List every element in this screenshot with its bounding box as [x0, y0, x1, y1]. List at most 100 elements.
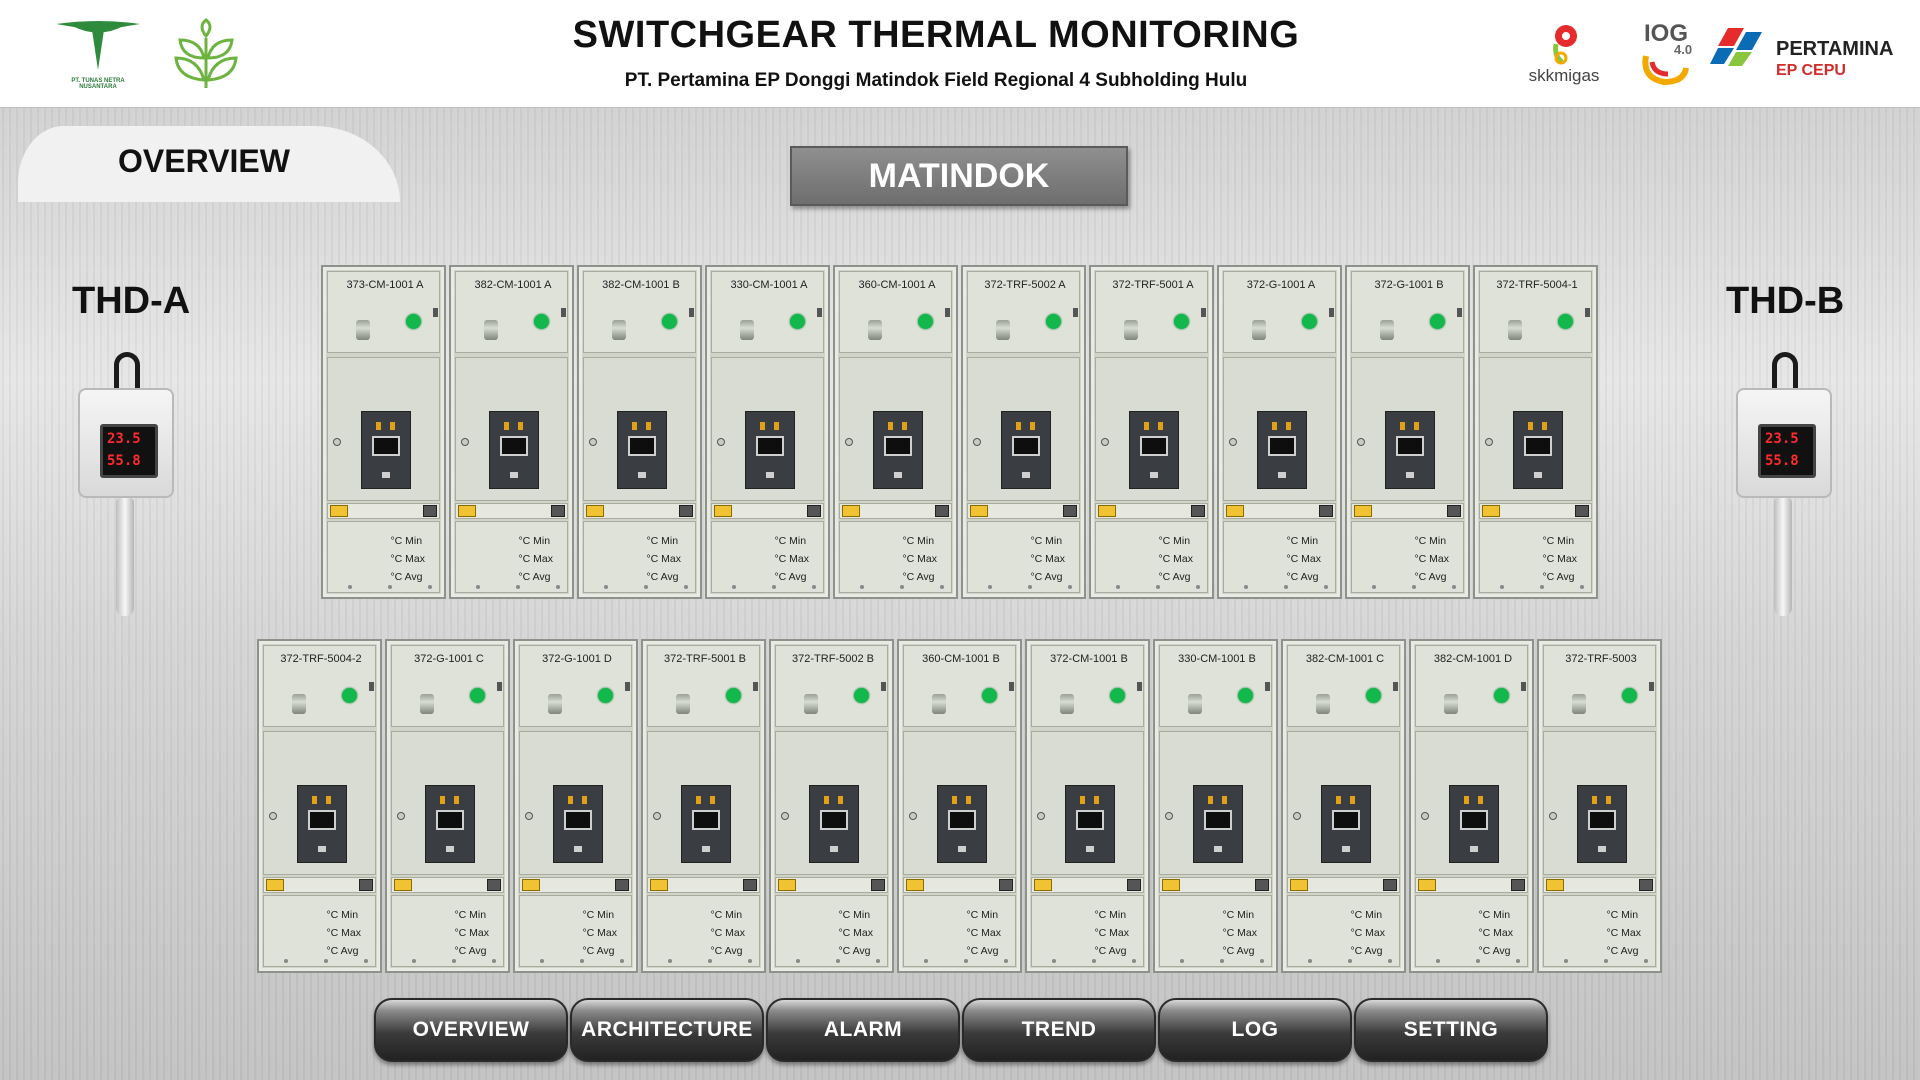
relay-screen-icon	[628, 436, 656, 456]
switchgear-panel-372-g-1001-b[interactable]: 372-G-1001 B °C Min °C Max °C Avg	[1345, 265, 1470, 599]
relay-led-icon	[966, 796, 971, 804]
meter-icon	[484, 320, 498, 340]
switchgear-panel-330-cm-1001-b[interactable]: 330-CM-1001 B °C Min °C Max °C Avg	[1153, 639, 1278, 973]
switchgear-panel-372-g-1001-c[interactable]: 372-G-1001 C °C Min °C Max °C Avg	[385, 639, 510, 973]
warning-sign-icon	[650, 879, 668, 891]
door-knob-icon	[333, 438, 341, 446]
relay-led-icon	[390, 422, 395, 430]
temp-avg-label: °C Avg	[390, 571, 423, 583]
panel-top-compartment: 360-CM-1001 A	[839, 271, 952, 353]
switchgear-panel-330-cm-1001-a[interactable]: 330-CM-1001 A °C Min °C Max °C Avg	[705, 265, 830, 599]
meter-icon	[804, 694, 818, 714]
switchgear-panel-382-cm-1001-c[interactable]: 382-CM-1001 C °C Min °C Max °C Avg	[1281, 639, 1406, 973]
panel-foot-icon	[708, 959, 712, 963]
nav-button-trend[interactable]: TREND	[962, 998, 1156, 1062]
thd-b-housing: 23.5 55.8	[1736, 388, 1832, 498]
thd-a-sensor[interactable]: 23.5 55.8	[76, 352, 176, 622]
temp-avg-label: °C Avg	[710, 945, 743, 957]
panel-top-compartment: 330-CM-1001 B	[1159, 645, 1272, 727]
relay-led-icon	[326, 796, 331, 804]
panel-temperature-box: °C Min °C Max °C Avg	[1351, 521, 1464, 593]
nav-button-log[interactable]: LOG	[1158, 998, 1352, 1062]
switchgear-panel-372-trf-5001-a[interactable]: 372-TRF-5001 A °C Min °C Max °C Avg	[1089, 265, 1214, 599]
meter-icon	[292, 694, 306, 714]
switchgear-panel-372-trf-5004-1[interactable]: 372-TRF-5004-1 °C Min °C Max °C Avg	[1473, 265, 1598, 599]
door-knob-icon	[1229, 438, 1237, 446]
relay-screen-icon	[1588, 810, 1616, 830]
panel-name: 372-G-1001 C	[414, 653, 484, 665]
relay-led-icon	[1030, 422, 1035, 430]
relay-led-icon	[312, 796, 317, 804]
relay-led-icon	[632, 422, 637, 430]
door-knob-icon	[1165, 812, 1173, 820]
panel-relay-compartment	[519, 731, 632, 875]
relay-led-icon	[1400, 422, 1405, 430]
panel-foot-icon	[836, 959, 840, 963]
nav-button-setting[interactable]: SETTING	[1354, 998, 1548, 1062]
switchgear-panel-372-trf-5003[interactable]: 372-TRF-5003 °C Min °C Max °C Avg	[1537, 639, 1662, 973]
relay-screen-icon	[1204, 810, 1232, 830]
panel-foot-icon	[412, 959, 416, 963]
status-indicator-icon	[790, 314, 805, 329]
nav-button-overview[interactable]: OVERVIEW	[374, 998, 568, 1062]
temp-max-label: °C Max	[518, 553, 553, 565]
switchgear-panel-372-g-1001-d[interactable]: 372-G-1001 D °C Min °C Max °C Avg	[513, 639, 638, 973]
panel-temperature-box: °C Min °C Max °C Avg	[327, 521, 440, 593]
panel-top-compartment: 372-CM-1001 B	[1031, 645, 1144, 727]
panel-top-compartment: 372-G-1001 B	[1351, 271, 1464, 353]
panel-strip	[967, 503, 1080, 519]
nav-button-alarm[interactable]: ALARM	[766, 998, 960, 1062]
temp-min-label: °C Min	[326, 909, 359, 921]
switchgear-panel-372-g-1001-a[interactable]: 372-G-1001 A °C Min °C Max °C Avg	[1217, 265, 1342, 599]
nav-button-architecture[interactable]: ARCHITECTURE	[570, 998, 764, 1062]
switchgear-panel-372-trf-5002-b[interactable]: 372-TRF-5002 B °C Min °C Max °C Avg	[769, 639, 894, 973]
panel-foot-icon	[748, 959, 752, 963]
switch-icon	[561, 308, 566, 317]
temperature-stats: °C Min °C Max °C Avg	[838, 906, 873, 960]
switchgear-panel-372-trf-5001-b[interactable]: 372-TRF-5001 B °C Min °C Max °C Avg	[641, 639, 766, 973]
panel-foot-icon	[684, 585, 688, 589]
panel-temperature-box: °C Min °C Max °C Avg	[583, 521, 696, 593]
panel-foot-icon	[1284, 585, 1288, 589]
relay-led-icon	[710, 796, 715, 804]
switchgear-panel-373-cm-1001-a[interactable]: 373-CM-1001 A °C Min °C Max °C Avg	[321, 265, 446, 599]
temp-avg-label: °C Avg	[1414, 571, 1447, 583]
relay-led-icon	[376, 422, 381, 430]
switchgear-panel-360-cm-1001-b[interactable]: 360-CM-1001 B °C Min °C Max °C Avg	[897, 639, 1022, 973]
switchgear-panel-360-cm-1001-a[interactable]: 360-CM-1001 A °C Min °C Max °C Avg	[833, 265, 958, 599]
switchgear-panel-382-cm-1001-a[interactable]: 382-CM-1001 A °C Min °C Max °C Avg	[449, 265, 574, 599]
thd-b-sensor[interactable]: 23.5 55.8	[1734, 352, 1834, 622]
relay-led-icon	[1222, 796, 1227, 804]
panel-foot-icon	[1116, 585, 1120, 589]
temperature-stats: °C Min °C Max °C Avg	[1606, 906, 1641, 960]
temp-max-label: °C Max	[326, 927, 361, 939]
warning-sign-icon	[586, 505, 604, 517]
panel-relay-compartment	[583, 357, 696, 501]
lock-icon	[615, 879, 629, 891]
status-indicator-icon	[406, 314, 421, 329]
protection-relay-icon	[1577, 785, 1627, 863]
switchgear-panel-382-cm-1001-d[interactable]: 382-CM-1001 D °C Min °C Max °C Avg	[1409, 639, 1534, 973]
panel-top-compartment: 360-CM-1001 B	[903, 645, 1016, 727]
switchgear-panel-382-cm-1001-b[interactable]: 382-CM-1001 B °C Min °C Max °C Avg	[577, 265, 702, 599]
thd-a-temp: 23.5	[107, 431, 141, 447]
status-indicator-icon	[1174, 314, 1189, 329]
lock-icon	[935, 505, 949, 517]
panel-name: 382-CM-1001 B	[602, 279, 680, 291]
protection-relay-icon	[297, 785, 347, 863]
temp-max-label: °C Max	[1158, 553, 1193, 565]
switchgear-panel-372-cm-1001-b[interactable]: 372-CM-1001 B °C Min °C Max °C Avg	[1025, 639, 1150, 973]
protection-relay-icon	[937, 785, 987, 863]
lock-icon	[807, 505, 821, 517]
warning-sign-icon	[970, 505, 988, 517]
temp-min-label: °C Min	[1542, 535, 1575, 547]
temp-max-label: °C Max	[1414, 553, 1449, 565]
switchgear-panel-372-trf-5004-2[interactable]: 372-TRF-5004-2 °C Min °C Max °C Avg	[257, 639, 382, 973]
panel-foot-icon	[540, 959, 544, 963]
panel-strip	[775, 877, 888, 893]
switchgear-panel-372-trf-5002-a[interactable]: 372-TRF-5002 A °C Min °C Max °C Avg	[961, 265, 1086, 599]
panel-top-compartment: 372-TRF-5004-1	[1479, 271, 1592, 353]
temp-avg-label: °C Avg	[1030, 571, 1063, 583]
relay-led-icon	[1208, 796, 1213, 804]
temperature-stats: °C Min °C Max °C Avg	[582, 906, 617, 960]
